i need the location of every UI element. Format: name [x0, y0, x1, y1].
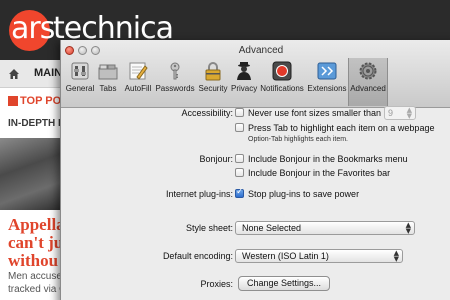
style-sheet-label: Style sheet: [185, 223, 233, 233]
bonjour-favorites-option[interactable]: Include Bonjour in the Favorites bar [248, 168, 390, 178]
puzzle-icon [317, 62, 337, 80]
article-blurb: Men accused tracked via G [8, 271, 68, 295]
article-photo[interactable] [0, 138, 62, 210]
min-font-size-checkbox[interactable] [235, 108, 244, 117]
stop-plugins-option[interactable]: Stop plug-ins to save power [248, 189, 359, 199]
change-proxy-settings-button[interactable]: Change Settings... [238, 276, 330, 291]
proxies-label: Proxies: [200, 279, 233, 289]
toolbar-security-label: Security [198, 84, 228, 93]
toolbar-passwords-label: Passwords [155, 84, 195, 93]
min-font-size-value: 9 [388, 108, 394, 118]
bonjour-bookmarks-checkbox[interactable] [235, 154, 244, 163]
bonjour-bookmarks-option[interactable]: Include Bonjour in the Bookmarks menu [248, 154, 408, 164]
key-icon [170, 62, 180, 80]
home-icon[interactable] [8, 68, 20, 80]
nav-main-link[interactable]: MAIN [34, 67, 62, 79]
preferences-window: Advanced General Tabs AutoFill Passwords… [60, 40, 450, 300]
chevron-updown-icon: ▲ ▼ [393, 249, 399, 263]
toolbar-advanced[interactable]: Advanced [348, 58, 388, 106]
toolbar-privacy[interactable]: Privacy [231, 58, 257, 106]
min-font-size-select[interactable]: 9 ▲ ▼ [384, 106, 416, 120]
chevron-updown-icon: ▲ ▼ [406, 106, 412, 120]
toolbar-passwords[interactable]: Passwords [155, 58, 195, 106]
toolbar-extensions-label: Extensions [307, 84, 347, 93]
min-font-size-option[interactable]: Never use font sizes smaller than [248, 108, 381, 118]
tabs-icon [98, 64, 118, 80]
article-headline[interactable]: Appella can't ju withou [8, 216, 68, 270]
toolbar-autofill-label: AutoFill [124, 84, 152, 93]
toolbar-general-label: General [65, 84, 95, 93]
notifications-icon [272, 61, 292, 81]
padlock-icon [205, 62, 221, 81]
encoding-value: Western (ISO Latin 1) [242, 251, 329, 261]
style-sheet-select[interactable]: None Selected ▲ ▼ [235, 221, 415, 235]
toolbar-autofill[interactable]: AutoFill [121, 58, 155, 106]
bonjour-favorites-checkbox[interactable] [235, 168, 244, 177]
encoding-select[interactable]: Western (ISO Latin 1) ▲ ▼ [235, 249, 403, 263]
toolbar-tabs[interactable]: Tabs [95, 58, 121, 106]
tab-highlight-hint: Option-Tab highlights each item. [248, 136, 348, 143]
site-logo-ars[interactable]: ars [11, 12, 55, 46]
autofill-pencil-icon [129, 62, 148, 80]
toolbar-privacy-label: Privacy [231, 84, 258, 93]
encoding-label: Default encoding: [162, 251, 233, 261]
privacy-silhouette-icon [237, 62, 251, 80]
gear-icon [359, 62, 377, 80]
tab-highlight-checkbox[interactable] [235, 123, 244, 132]
stop-plugins-checkbox[interactable] [235, 187, 244, 198]
top-stories-icon [8, 96, 18, 106]
window-title: Advanced [238, 45, 284, 56]
toolbar-tabs-label: Tabs [99, 84, 117, 93]
accessibility-label: Accessibility: [181, 108, 233, 118]
plugins-label: Internet plug-ins: [165, 189, 233, 199]
window-titlebar[interactable]: Advanced General Tabs AutoFill Passwords… [61, 40, 450, 108]
general-switch-icon [71, 62, 89, 80]
style-sheet-value: None Selected [242, 223, 302, 233]
chevron-updown-icon: ▲ ▼ [405, 221, 411, 235]
toolbar-notifications-label: Notifications [260, 84, 304, 93]
tab-highlight-option[interactable]: Press Tab to highlight each item on a we… [248, 123, 434, 133]
bonjour-label: Bonjour: [199, 154, 233, 164]
toolbar-notifications[interactable]: Notifications [257, 58, 307, 106]
toolbar-general[interactable]: General [65, 58, 95, 106]
toolbar-security[interactable]: Security [195, 58, 231, 106]
toolbar-extensions[interactable]: Extensions [307, 58, 347, 106]
toolbar-advanced-label: Advanced [350, 84, 386, 93]
